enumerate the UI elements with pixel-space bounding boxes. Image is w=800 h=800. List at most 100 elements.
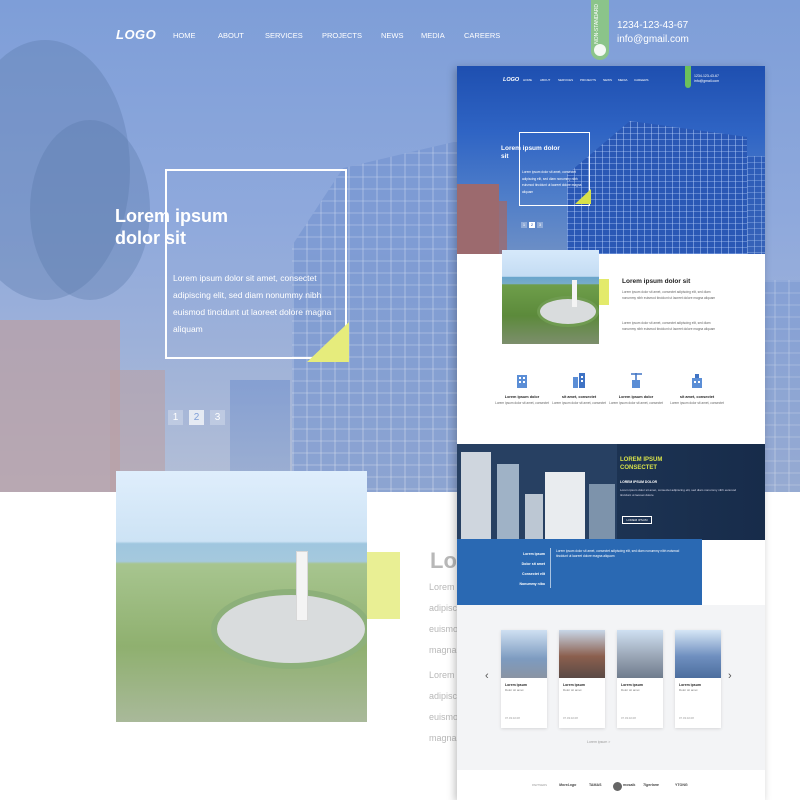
partner-logo[interactable]: mosaik (623, 783, 635, 787)
header-phone: 1234-123-43-67 (617, 20, 689, 31)
banner-subheading: LOREM IPSUM DOLOR (620, 480, 658, 484)
mock-page-3[interactable]: 3 (537, 222, 543, 228)
card-meta: 07.03.02.08 (621, 716, 636, 720)
mock-hero-body: Lorem ipsum dolor sit amet, consectet ad… (522, 170, 582, 194)
mock-nav-news[interactable]: NEWS (603, 78, 612, 82)
feature-1: Lorem ipsum dolor Lorem ipsum dolor sit … (492, 372, 552, 406)
card-title: Lorem ipsum (679, 683, 701, 687)
screenshot-stage: { "header": { "logo": "LOGO", "nav": ["H… (0, 0, 800, 800)
chevron-right-icon[interactable]: › (728, 671, 732, 682)
hero-body: Lorem ipsum dolor sit amet, consectet ad… (173, 273, 332, 334)
non-standard-tag[interactable]: NON-STANDARD (591, 0, 609, 60)
hero-page-3[interactable]: 3 (210, 410, 225, 425)
more-link[interactable]: Lorem ipsum > (587, 740, 610, 744)
partner-logo-icon (613, 782, 622, 791)
feature-2: sit amet, consectet Lorem ipsum dolor si… (549, 372, 609, 406)
card-image (501, 630, 547, 678)
card-subtitle: Dolor sit amet (563, 688, 582, 692)
project-card[interactable]: Lorem ipsum Dolor sit amet 07.03.02.08 (617, 630, 663, 728)
blue-panel-item[interactable]: Dolor sit amet (487, 559, 545, 569)
building-photo (497, 464, 519, 540)
page-mockup: LOGO HOME ABOUT SERVICES PROJECTS NEWS M… (457, 66, 765, 800)
nav-about[interactable]: ABOUT (218, 31, 244, 40)
card-image (617, 630, 663, 678)
building-photo (525, 494, 543, 540)
mock-nav-about[interactable]: ABOUT (540, 78, 550, 82)
nav-services[interactable]: SERVICES (265, 31, 303, 40)
partner-logo[interactable]: MoreLogo (559, 783, 576, 787)
mock-about-heading: Lorem ipsum dolor sit (622, 278, 691, 285)
hero-page-1[interactable]: 1 (168, 410, 183, 425)
partners-label: PARTNERS (532, 783, 547, 787)
mock-hero-title: Lorem ipsum dolor sit (501, 145, 560, 160)
feature-desc: Lorem ipsum dolor sit amet, consectet (495, 401, 549, 405)
chevron-left-icon[interactable]: ‹ (485, 671, 489, 682)
partner-logo[interactable]: Tigerlane (643, 783, 659, 787)
banner-button[interactable]: LOREM IPSUM (622, 516, 652, 524)
card-subtitle: Dolor sit amet (505, 688, 524, 692)
brick-building (0, 320, 120, 492)
mock-hero-pagination: 1 2 3 (521, 222, 543, 228)
mock-nav-services[interactable]: SERVICES (558, 78, 573, 82)
brick-building (487, 201, 507, 254)
logo[interactable]: LOGO (116, 27, 156, 42)
feature-3: Lorem ipsum dolor Lorem ipsum dolor sit … (606, 372, 666, 406)
mock-yellow-accent (599, 279, 609, 305)
building-photo (589, 484, 615, 540)
circular-building (211, 589, 367, 669)
banner-heading-line2: CONSECTET (620, 465, 658, 471)
banner-heading: LOREM IPSUM CONSECTET (620, 456, 662, 472)
hero-page-2[interactable]: 2 (189, 410, 204, 425)
feature-title: sit amet, consectet (561, 395, 597, 399)
mock-nav-home[interactable]: HOME (523, 78, 532, 82)
circular-building (537, 296, 599, 327)
glass-office-building (567, 121, 747, 254)
blue-panel-item[interactable]: Consectet elit (487, 569, 545, 579)
feature-4: sit amet, consectet Lorem ipsum dolor si… (667, 372, 727, 406)
nav-careers[interactable]: CAREERS (464, 31, 500, 40)
nav-home[interactable]: HOME (173, 31, 196, 40)
banner-body: Lorem ipsum dolor sit amet, consectet ad… (620, 488, 737, 497)
card-meta: 07.03.02.08 (679, 716, 694, 720)
mock-nav-media[interactable]: MEDIA (618, 78, 628, 82)
blue-panel-item[interactable]: Nonummy nibo (487, 579, 545, 589)
building-silhouette (747, 156, 765, 254)
blue-panel-list: Lorem ipsum Dolor sit amet Consectet eli… (487, 549, 545, 589)
mock-logo[interactable]: LOGO (503, 77, 519, 83)
header-email[interactable]: info@gmail.com (617, 34, 689, 45)
mock-phone: 1234-123-43-67 (694, 74, 719, 78)
building-icon (517, 375, 527, 388)
building-photo (545, 472, 585, 540)
phone-icon (594, 44, 606, 56)
tower (296, 551, 308, 621)
mock-nav-projects[interactable]: PROJECTS (580, 78, 596, 82)
mock-aerial-photo (502, 250, 599, 344)
feature-title: Lorem ipsum dolor (618, 395, 654, 399)
project-card[interactable]: Lorem ipsum Dolor sit amet 07.03.02.08 (675, 630, 721, 728)
mock-email[interactable]: info@gmail.com (694, 79, 719, 83)
blue-panel-item[interactable]: Lorem ipsum (487, 549, 545, 559)
card-title: Lorem ipsum (621, 683, 643, 687)
office-icon (573, 373, 585, 388)
nav-news[interactable]: NEWS (381, 31, 404, 40)
building-silhouette (760, 280, 800, 492)
blue-panel-body: Lorem ipsum dolor sit amet, consectet ad… (556, 549, 680, 558)
project-card[interactable]: Lorem ipsum Dolor sit amet 07.03.02.08 (501, 630, 547, 728)
mock-tag[interactable] (685, 66, 691, 88)
card-meta: 07.03.02.08 (563, 716, 578, 720)
card-subtitle: Dolor sit amet (621, 688, 640, 692)
crane-icon (631, 373, 642, 388)
nav-projects[interactable]: PROJECTS (322, 31, 362, 40)
card-image (559, 630, 605, 678)
feature-title: Lorem ipsum dolor (504, 395, 540, 399)
nav-media[interactable]: MEDIA (421, 31, 445, 40)
feature-desc: Lorem ipsum dolor sit amet, consectet (670, 401, 724, 405)
mock-page-1[interactable]: 1 (521, 222, 527, 228)
partner-logo[interactable]: YTONG (675, 783, 688, 787)
mock-page-2[interactable]: 2 (529, 222, 535, 228)
mock-nav-careers[interactable]: CAREERS (634, 78, 649, 82)
project-card[interactable]: Lorem ipsum Dolor sit amet 07.03.02.08 (559, 630, 605, 728)
feature-title: sit amet, consectet (679, 395, 715, 399)
building-photo (461, 452, 491, 540)
partner-logo[interactable]: TAMAS (589, 783, 602, 787)
